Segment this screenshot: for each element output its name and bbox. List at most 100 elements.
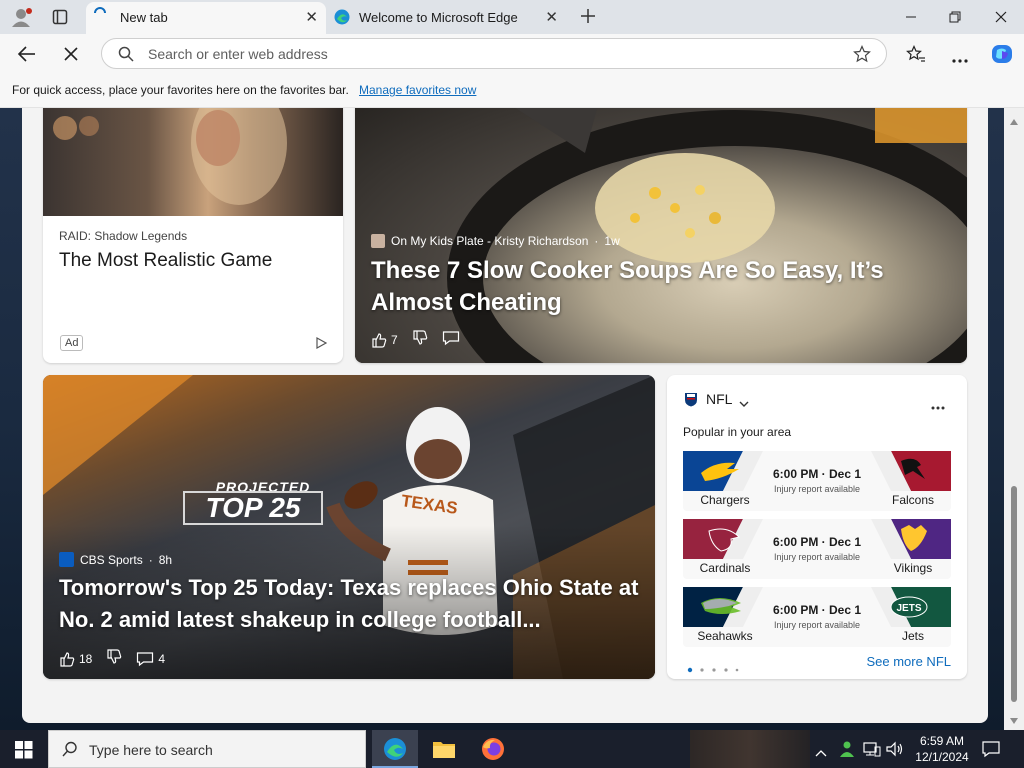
- restore-button[interactable]: [932, 0, 978, 34]
- scrollbar-thumb[interactable]: [1011, 486, 1017, 702]
- folder-icon: [433, 742, 455, 758]
- thumbs-up-icon: [372, 332, 387, 348]
- separator-dot: ·: [148, 552, 153, 567]
- address-bar[interactable]: [101, 38, 887, 69]
- tab-label: New tab: [120, 10, 168, 25]
- feed-panel: RAID: Shadow Legends The Most Realistic …: [22, 108, 988, 723]
- network-icon[interactable]: [863, 741, 881, 757]
- clock[interactable]: 6:59 AM 12/1/2024: [912, 733, 972, 765]
- search-icon: [62, 741, 78, 757]
- game-row[interactable]: JETS 6:00 PM · Dec 1 Injury report avail…: [683, 587, 951, 647]
- game-row[interactable]: 6:00 PM · Dec 1 Injury report available …: [683, 519, 951, 579]
- ad-card[interactable]: RAID: Shadow Legends The Most Realistic …: [43, 108, 343, 363]
- football-reactions: 18 4: [59, 649, 165, 668]
- soup-source[interactable]: On My Kids Plate - Kristy Richardson: [391, 234, 588, 248]
- more-menu-icon[interactable]: [951, 51, 969, 63]
- football-article-card[interactable]: PROJECTED TOP 25 TEXAS CBS Sports · 8h T…: [43, 375, 655, 679]
- dislike-button[interactable]: [106, 649, 122, 668]
- thumbs-down-icon: [413, 330, 427, 345]
- new-tab-page: RAID: Shadow Legends The Most Realistic …: [0, 108, 1024, 730]
- tab-new-tab[interactable]: New tab ✕: [86, 2, 326, 34]
- see-more-nfl-link[interactable]: See more NFL: [866, 654, 951, 669]
- close-tab-icon[interactable]: ✕: [305, 10, 318, 26]
- football-title[interactable]: Tomorrow's Top 25 Today: Texas replaces …: [59, 572, 649, 636]
- pager-dots[interactable]: [687, 660, 747, 673]
- profile-icon[interactable]: [10, 6, 34, 28]
- away-team: Jets: [901, 629, 924, 643]
- show-hidden-icons-icon[interactable]: [815, 744, 827, 757]
- home-team: Chargers: [700, 493, 750, 507]
- start-button[interactable]: [15, 741, 33, 759]
- taskbar-edge-button[interactable]: [372, 730, 418, 768]
- loading-icon: [93, 6, 107, 20]
- taskbar-thumbnail-strip: [690, 730, 810, 768]
- taskbar-file-explorer-button[interactable]: [421, 730, 467, 768]
- taskbar-search-placeholder: Type here to search: [89, 742, 213, 758]
- away-team: Falcons: [891, 493, 935, 507]
- clock-date: 12/1/2024: [915, 750, 969, 764]
- close-window-button[interactable]: [978, 0, 1024, 34]
- manage-favorites-link[interactable]: Manage favorites now: [359, 83, 476, 97]
- separator-dot: ·: [594, 234, 599, 248]
- injury-note: Injury report available: [773, 552, 861, 562]
- close-tab-icon[interactable]: ✕: [545, 10, 558, 26]
- firefox-icon: [482, 738, 504, 760]
- new-tab-button[interactable]: [578, 6, 598, 26]
- tab-actions-icon[interactable]: [52, 9, 68, 25]
- favorites-bar: For quick access, place your favorites h…: [0, 74, 1024, 108]
- comment-icon: [442, 331, 459, 346]
- search-icon: [118, 46, 134, 62]
- ad-title[interactable]: The Most Realistic Game: [59, 250, 272, 272]
- ad-image: [43, 108, 343, 216]
- back-button[interactable]: [16, 44, 38, 64]
- like-button[interactable]: 18: [59, 651, 92, 667]
- football-source[interactable]: CBS Sports: [80, 553, 143, 567]
- page-scrollbar[interactable]: [1004, 108, 1024, 730]
- game-time: 6:00 PM · Dec 1: [772, 603, 862, 617]
- stop-loading-button[interactable]: [63, 46, 79, 62]
- comment-button[interactable]: [442, 330, 460, 349]
- taskbar-search-box[interactable]: Type here to search: [48, 730, 366, 768]
- tab-welcome-edge[interactable]: Welcome to Microsoft Edge ✕: [326, 2, 566, 34]
- soup-title[interactable]: These 7 Slow Cooker Soups Are So Easy, I…: [371, 255, 951, 319]
- tab-label: Welcome to Microsoft Edge: [359, 10, 518, 25]
- comment-icon: [137, 651, 154, 666]
- favorites-icon[interactable]: [906, 45, 926, 63]
- comment-button[interactable]: 4: [136, 651, 165, 667]
- ad-sponsor[interactable]: RAID: Shadow Legends: [59, 229, 187, 243]
- edge-icon: [334, 9, 350, 25]
- people-icon[interactable]: [838, 740, 856, 758]
- volume-icon[interactable]: [886, 741, 904, 757]
- taskbar-firefox-button[interactable]: [470, 730, 516, 768]
- injury-note: Injury report available: [773, 484, 861, 494]
- game-time: 6:00 PM · Dec 1: [772, 535, 862, 549]
- game-row[interactable]: 6:00 PM · Dec 1 Injury report available …: [683, 451, 951, 511]
- game-time: 6:00 PM · Dec 1: [772, 467, 862, 481]
- home-team: Cardinals: [699, 561, 751, 575]
- like-button[interactable]: 7: [371, 332, 398, 348]
- football-age: 8h: [158, 552, 173, 567]
- nfl-shield-icon: [684, 391, 698, 407]
- widget-subtitle: Popular in your area: [683, 425, 792, 439]
- notifications-icon[interactable]: [982, 740, 1000, 758]
- favorite-star-icon[interactable]: [853, 45, 871, 63]
- copilot-icon[interactable]: [990, 42, 1014, 66]
- clock-time: 6:59 AM: [919, 734, 965, 748]
- thumbs-up-icon: [60, 651, 75, 667]
- ad-badge: Ad: [60, 335, 84, 351]
- scroll-up-icon[interactable]: [1010, 112, 1018, 125]
- taskbar: Type here to search 6:59 AM 12/1/2024: [0, 730, 1024, 768]
- soup-meta: On My Kids Plate - Kristy Richardson · 1…: [371, 234, 620, 248]
- chevron-down-icon[interactable]: [739, 395, 749, 407]
- soup-age: 1w: [604, 234, 620, 248]
- adchoices-icon[interactable]: [315, 336, 328, 350]
- widget-more-icon[interactable]: [931, 397, 945, 410]
- edge-icon: [384, 738, 406, 760]
- publisher-avatar: [371, 234, 385, 248]
- nfl-league-label[interactable]: NFL: [706, 391, 732, 407]
- dislike-button[interactable]: [412, 330, 428, 349]
- scroll-down-icon[interactable]: [1010, 711, 1018, 724]
- address-input[interactable]: [148, 44, 828, 64]
- soup-article-card[interactable]: On My Kids Plate - Kristy Richardson · 1…: [355, 108, 967, 363]
- minimize-button[interactable]: [888, 0, 934, 34]
